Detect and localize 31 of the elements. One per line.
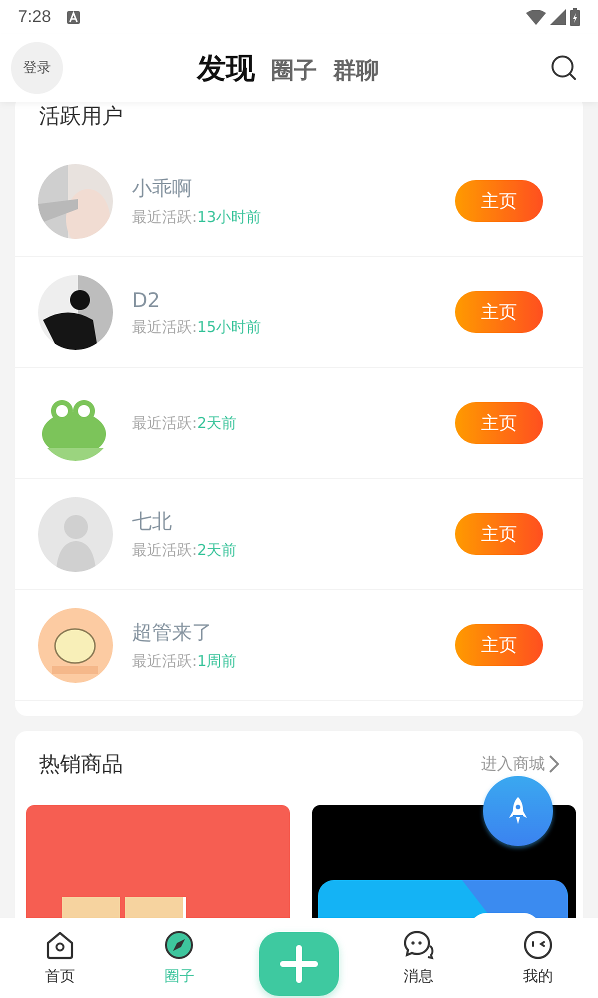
- user-name: 小乖啊: [132, 175, 193, 202]
- last-active-text: 最近活跃:2天前: [132, 414, 238, 432]
- keyboard-icon: [67, 10, 80, 24]
- rocket-icon: [508, 796, 528, 826]
- last-active-text: 最近活跃:2天前: [132, 541, 238, 560]
- section-title: 活跃用户: [38, 103, 124, 130]
- nav-tab[interactable]: 我的: [523, 930, 554, 986]
- face-icon: [523, 930, 554, 960]
- user-name: 七北: [132, 508, 173, 535]
- clock: 7:28: [18, 7, 52, 27]
- tab[interactable]: 发现: [197, 49, 255, 89]
- section-title: 热销商品: [39, 751, 123, 778]
- wifi-icon: [526, 10, 546, 24]
- battery-icon: [570, 8, 580, 26]
- compass-icon: [164, 930, 194, 960]
- nav-tab[interactable]: 首页: [44, 930, 75, 986]
- last-active-text: 最近活跃:13小时前: [132, 208, 262, 227]
- chevron-right-icon: [549, 755, 559, 773]
- signal-icon: [550, 9, 566, 25]
- user-name: 超管来了: [132, 619, 213, 646]
- login-button[interactable]: 登录: [11, 42, 63, 94]
- search-icon[interactable]: [551, 55, 577, 81]
- tab[interactable]: 圈子: [271, 55, 317, 86]
- user-name: D2: [132, 288, 162, 312]
- nav-tab[interactable]: 消息: [402, 930, 435, 986]
- last-active-text: 最近活跃:15小时前: [132, 318, 262, 336]
- chat-icon: [402, 930, 435, 960]
- plus-icon: [280, 945, 318, 983]
- tab[interactable]: 群聊: [333, 55, 379, 86]
- last-active-text: 最近活跃:1周前: [132, 652, 238, 671]
- home-icon: [44, 930, 75, 960]
